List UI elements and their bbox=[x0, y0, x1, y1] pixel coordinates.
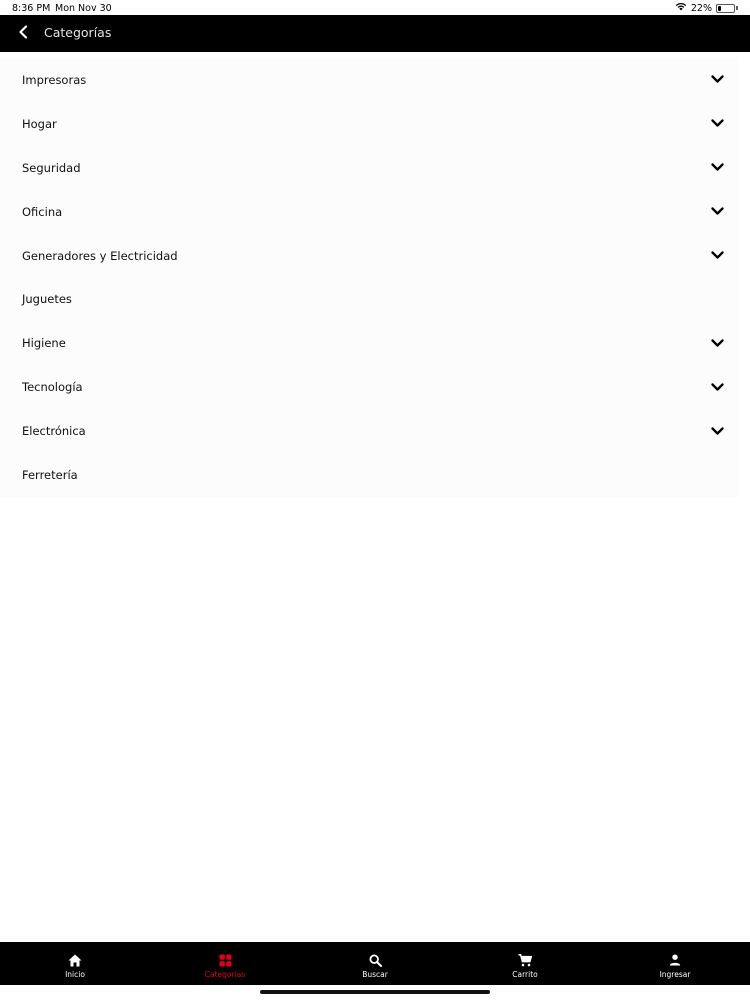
back-button[interactable] bbox=[10, 20, 36, 46]
category-item-impresoras[interactable]: Impresoras bbox=[0, 58, 738, 102]
page-title: Categorías bbox=[44, 25, 112, 40]
category-item-generadores-y-electricidad[interactable]: Generadores y Electricidad bbox=[0, 234, 738, 278]
category-list: Impresoras Hogar Seguridad Oficina Generador… bbox=[0, 58, 738, 497]
category-label: Generadores y Electricidad bbox=[22, 248, 178, 263]
category-label: Seguridad bbox=[22, 160, 81, 175]
tab-inicio[interactable]: Inicio bbox=[0, 942, 150, 985]
category-label: Higiene bbox=[22, 336, 66, 351]
category-item-hogar[interactable]: Hogar bbox=[0, 102, 738, 146]
chevron-down-icon[interactable] bbox=[710, 205, 724, 219]
navigation-bar: Categorías bbox=[0, 15, 750, 52]
category-label: Electrónica bbox=[22, 424, 86, 439]
category-label: Tecnología bbox=[22, 380, 83, 395]
tab-label: Carrito bbox=[512, 970, 538, 979]
chevron-down-icon[interactable] bbox=[710, 336, 724, 350]
category-item-seguridad[interactable]: Seguridad bbox=[0, 146, 738, 190]
category-item-higiene[interactable]: Higiene bbox=[0, 321, 738, 365]
category-label: Hogar bbox=[22, 116, 57, 131]
category-label: Ferretería bbox=[22, 467, 78, 482]
tab-label: Ingresar bbox=[659, 970, 691, 979]
tab-buscar[interactable]: Buscar bbox=[300, 942, 450, 985]
search-icon bbox=[368, 953, 382, 967]
chevron-down-icon[interactable] bbox=[710, 161, 724, 175]
chevron-left-icon bbox=[18, 24, 28, 43]
tab-label: Buscar bbox=[362, 970, 388, 979]
battery-icon bbox=[716, 3, 735, 13]
home-icon bbox=[68, 953, 82, 967]
chevron-down-icon[interactable] bbox=[710, 249, 724, 263]
status-time: 8:36 PM bbox=[12, 3, 51, 14]
category-item-electronica[interactable]: Electrónica bbox=[0, 409, 738, 453]
tab-ingresar[interactable]: Ingresar bbox=[600, 942, 750, 985]
tab-categorias[interactable]: Categorías bbox=[150, 942, 300, 985]
tab-label: Inicio bbox=[65, 970, 85, 979]
cart-icon bbox=[518, 953, 532, 967]
status-indicators: 22% bbox=[675, 2, 738, 14]
category-label: Oficina bbox=[22, 204, 63, 219]
battery-level bbox=[718, 5, 722, 11]
category-label: Impresoras bbox=[22, 72, 87, 87]
category-item-oficina[interactable]: Oficina bbox=[0, 190, 738, 234]
wifi-icon bbox=[675, 2, 687, 14]
grid-icon bbox=[218, 953, 232, 967]
chevron-down-icon[interactable] bbox=[710, 380, 724, 394]
category-item-ferreteria[interactable]: Ferretería bbox=[0, 453, 738, 497]
chevron-down-icon[interactable] bbox=[710, 117, 724, 131]
category-item-juguetes[interactable]: Juguetes bbox=[0, 277, 738, 321]
user-icon bbox=[668, 953, 682, 967]
battery-percent: 22% bbox=[690, 2, 712, 14]
battery-tip bbox=[736, 6, 738, 10]
home-indicator bbox=[260, 990, 490, 994]
category-label: Juguetes bbox=[22, 292, 72, 307]
category-item-tecnologia[interactable]: Tecnología bbox=[0, 365, 738, 409]
tab-bar: Inicio Categorías Buscar Carrito Ingresar bbox=[0, 942, 750, 985]
chevron-down-icon[interactable] bbox=[710, 424, 724, 438]
status-bar: 8:36 PM Mon Nov 30 22% bbox=[0, 0, 750, 16]
tab-carrito[interactable]: Carrito bbox=[450, 942, 600, 985]
chevron-down-icon[interactable] bbox=[710, 73, 724, 87]
tab-label: Categorías bbox=[204, 970, 246, 979]
status-date: Mon Nov 30 bbox=[55, 3, 112, 14]
